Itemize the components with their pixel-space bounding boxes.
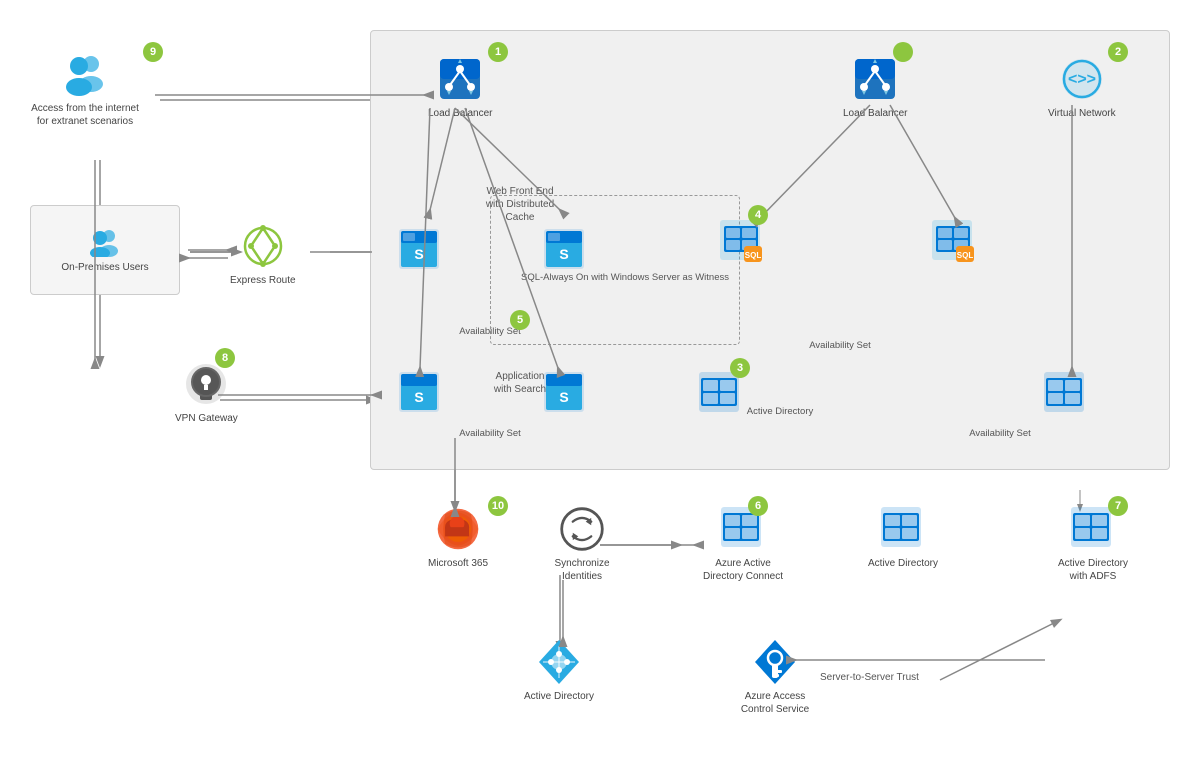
badge-9: 9 (143, 42, 163, 62)
ad-azure-right-node (1040, 368, 1088, 416)
internet-users-icon (61, 50, 109, 98)
ad-adfs-label: Active Directory with ADFS (1048, 557, 1138, 583)
svg-text:<>>: <>> (1068, 71, 1096, 88)
sharepoint-app-right-icon: S (540, 368, 588, 416)
sync-identities-icon (558, 505, 606, 553)
microsoft365-label: Microsoft 365 (428, 557, 488, 570)
load-balancer-right-icon (851, 55, 899, 103)
ad-bottom-icon (535, 638, 583, 686)
ad-adfs-node: Active Directory with ADFS (1048, 505, 1138, 583)
ad-azure-right-icon (1040, 368, 1088, 416)
vpn-gateway-node: + VPN Gateway (175, 360, 238, 425)
microsoft365-node: Microsoft 365 (428, 505, 488, 570)
sharepoint-web-right: S (540, 225, 588, 273)
svg-text:S: S (559, 389, 568, 405)
svg-text:SQL: SQL (957, 251, 974, 260)
diagram-container: 9 Access from the internet for extranet … (0, 0, 1200, 765)
sharepoint-web-right-icon: S (540, 225, 588, 273)
badge-7: 7 (1108, 496, 1128, 516)
badge-5: 5 (510, 310, 530, 330)
avail-set-sql-label: Availability Set (700, 340, 980, 351)
active-directory-6-icon (879, 505, 927, 553)
ad-bottom-node: Active Directory (524, 638, 594, 703)
sharepoint-app-left-icon: S (395, 368, 443, 416)
badge-2: 2 (1108, 42, 1128, 62)
microsoft365-icon (434, 505, 482, 553)
vpn-gateway-label: VPN Gateway (175, 412, 238, 425)
svg-text:+: + (203, 378, 209, 389)
svg-text:S: S (414, 389, 423, 405)
web-front-end-label: Web Front Endwith DistributedCache (470, 185, 570, 224)
sharepoint-app-right: S (540, 368, 588, 416)
ad-bottom-label: Active Directory (524, 690, 594, 703)
azure-ad-connect-label: Azure Active Directory Connect (698, 557, 788, 583)
on-premises-box: On-Premises Users (30, 205, 180, 295)
active-directory-6-node: Active Directory (868, 505, 938, 570)
azure-ad-connect-node: Azure Active Directory Connect (698, 505, 788, 583)
virtual-network-icon: <>> (1058, 55, 1106, 103)
sharepoint-app-left: S (395, 368, 443, 416)
on-premises-label: On-Premises Users (61, 261, 148, 274)
sharepoint-web-left: S (395, 225, 443, 273)
virtual-network-node: <>> Virtual Network (1048, 55, 1116, 120)
avail-set-ad-label: Availability Set (860, 428, 1140, 439)
sql-right-icon: SQL (930, 218, 978, 266)
avail-set-app-label: Availability Set (415, 428, 565, 439)
load-balancer-1-icon (436, 55, 484, 103)
load-balancer-1-label: Load Balancer (428, 107, 493, 120)
badge-10: 10 (488, 496, 508, 516)
load-balancer-right-label: Load Balancer (843, 107, 908, 120)
badge-6: 6 (748, 496, 768, 516)
sql-left-icon: SQL (718, 218, 766, 266)
express-route-icon (239, 222, 287, 270)
load-balancer-1-node: Load Balancer (428, 55, 493, 120)
internet-access-node: Access from the internet for extranet sc… (30, 50, 140, 128)
sql-right-node: SQL (930, 218, 978, 266)
server-trust-label: Server-to-Server Trust (820, 672, 919, 683)
virtual-network-label: Virtual Network (1048, 107, 1116, 120)
badge-3: 3 (730, 358, 750, 378)
sync-identities-label: Synchronize Identities (537, 557, 627, 583)
internet-access-label: Access from the internet for extranet sc… (30, 102, 140, 128)
access-control-label: Azure Access Control Service (730, 690, 820, 716)
access-control-node: Azure Access Control Service (730, 638, 820, 716)
access-control-icon (751, 638, 799, 686)
svg-text:SQL: SQL (745, 251, 762, 260)
svg-text:S: S (414, 246, 423, 262)
badge-lb-right (893, 42, 913, 62)
sql-left-node: SQL (718, 218, 766, 266)
sync-identities-node: Synchronize Identities (537, 505, 627, 583)
load-balancer-right-node: Load Balancer (843, 55, 908, 120)
sharepoint-web-left-icon: S (395, 225, 443, 273)
svg-text:S: S (559, 246, 568, 262)
active-directory-6-label: Active Directory (868, 557, 938, 570)
badge-4: 4 (748, 205, 768, 225)
badge-1: 1 (488, 42, 508, 62)
badge-8: 8 (215, 348, 235, 368)
sql-always-on-label: SQL-Always On with Windows Server as Wit… (510, 272, 740, 283)
express-route-label: Express Route (230, 274, 296, 287)
ad-azure-label: Active Directory (680, 406, 880, 417)
express-route-node: Express Route (230, 222, 296, 287)
avail-set-web-label: Availability Set (415, 326, 565, 337)
